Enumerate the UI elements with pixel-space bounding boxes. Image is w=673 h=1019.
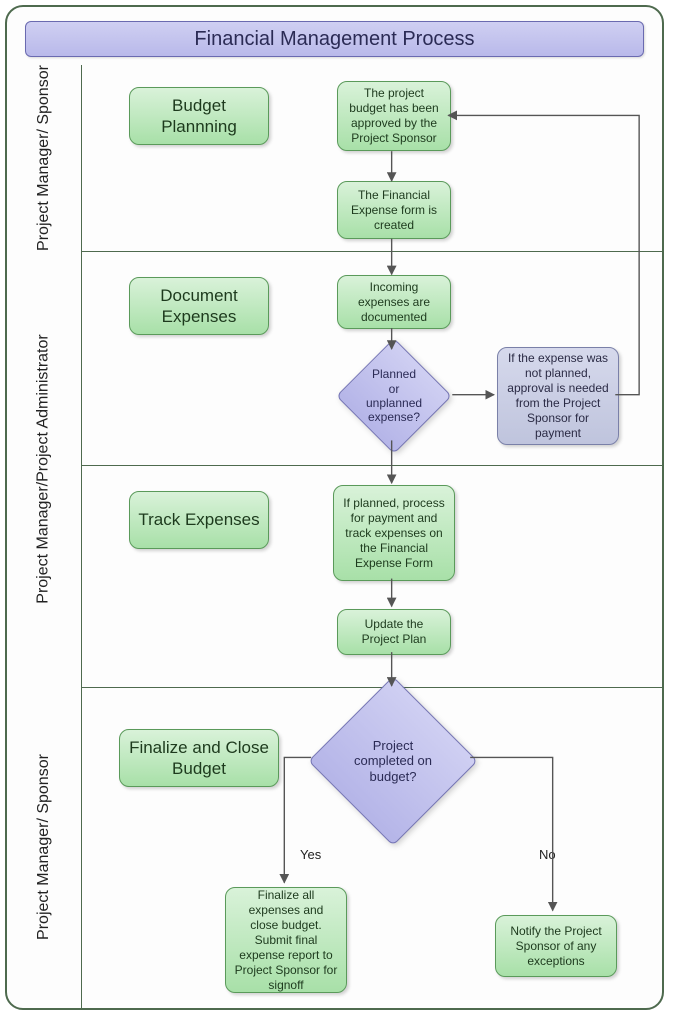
step-process-track: If planned, process for payment and trac… bbox=[333, 485, 455, 581]
decision-on-budget: Project completed on budget? bbox=[333, 701, 453, 821]
step-budget-approved: The project budget has been approved by … bbox=[337, 81, 451, 151]
role-column-divider bbox=[81, 65, 82, 1008]
step-4-text: If the expense was not planned, approval… bbox=[506, 351, 610, 441]
role-1-text: Project Manager/ Sponsor bbox=[35, 65, 53, 251]
phase-1-label: Budget Plannning bbox=[138, 95, 260, 138]
step-expense-form-created: The Financial Expense form is created bbox=[337, 181, 451, 239]
decision-planned-unplanned: Planned or unplanned expense? bbox=[353, 355, 435, 437]
role-2-text: Project Manager/Project Administrator bbox=[35, 334, 53, 603]
decision-1-text: Planned or unplanned expense? bbox=[353, 355, 435, 437]
step-notify-exceptions: Notify the Project Sponsor of any except… bbox=[495, 915, 617, 977]
lane-divider-3 bbox=[81, 687, 662, 688]
title-bar: Financial Management Process bbox=[25, 21, 644, 57]
step-1-text: The project budget has been approved by … bbox=[346, 86, 442, 146]
step-6-text: Update the Project Plan bbox=[346, 617, 442, 647]
step-approval-needed: If the expense was not planned, approval… bbox=[497, 347, 619, 445]
phase-3-label: Track Expenses bbox=[138, 509, 259, 530]
phase-2-label: Document Expenses bbox=[138, 285, 260, 328]
lane-divider-1 bbox=[81, 251, 662, 252]
label-yes: Yes bbox=[300, 847, 321, 862]
step-8-text: Notify the Project Sponsor of any except… bbox=[504, 924, 608, 969]
step-update-plan: Update the Project Plan bbox=[337, 609, 451, 655]
role-label-2: Project Manager/Project Administrator bbox=[7, 251, 81, 687]
phase-track-expenses: Track Expenses bbox=[129, 491, 269, 549]
step-7-text: Finalize all expenses and close budget. … bbox=[234, 888, 338, 993]
diagram-title: Financial Management Process bbox=[194, 28, 474, 50]
step-incoming-documented: Incoming expenses are documented bbox=[337, 275, 451, 329]
phase-finalize-close: Finalize and Close Budget bbox=[119, 729, 279, 787]
role-label-1: Project Manager/ Sponsor bbox=[7, 65, 81, 251]
step-2-text: The Financial Expense form is created bbox=[346, 188, 442, 233]
decision-2-text: Project completed on budget? bbox=[333, 701, 453, 821]
role-label-3: Project Manager/ Sponsor bbox=[7, 687, 81, 1007]
label-no: No bbox=[539, 847, 556, 862]
step-5-text: If planned, process for payment and trac… bbox=[342, 496, 446, 571]
step-3-text: Incoming expenses are documented bbox=[346, 280, 442, 325]
phase-4-label: Finalize and Close Budget bbox=[128, 737, 270, 780]
role-3-text: Project Manager/ Sponsor bbox=[35, 754, 53, 940]
phase-document-expenses: Document Expenses bbox=[129, 277, 269, 335]
diagram-frame: Financial Management Process Project Man… bbox=[5, 5, 664, 1010]
step-finalize-close: Finalize all expenses and close budget. … bbox=[225, 887, 347, 993]
phase-budget-planning: Budget Plannning bbox=[129, 87, 269, 145]
lane-divider-2 bbox=[81, 465, 662, 466]
